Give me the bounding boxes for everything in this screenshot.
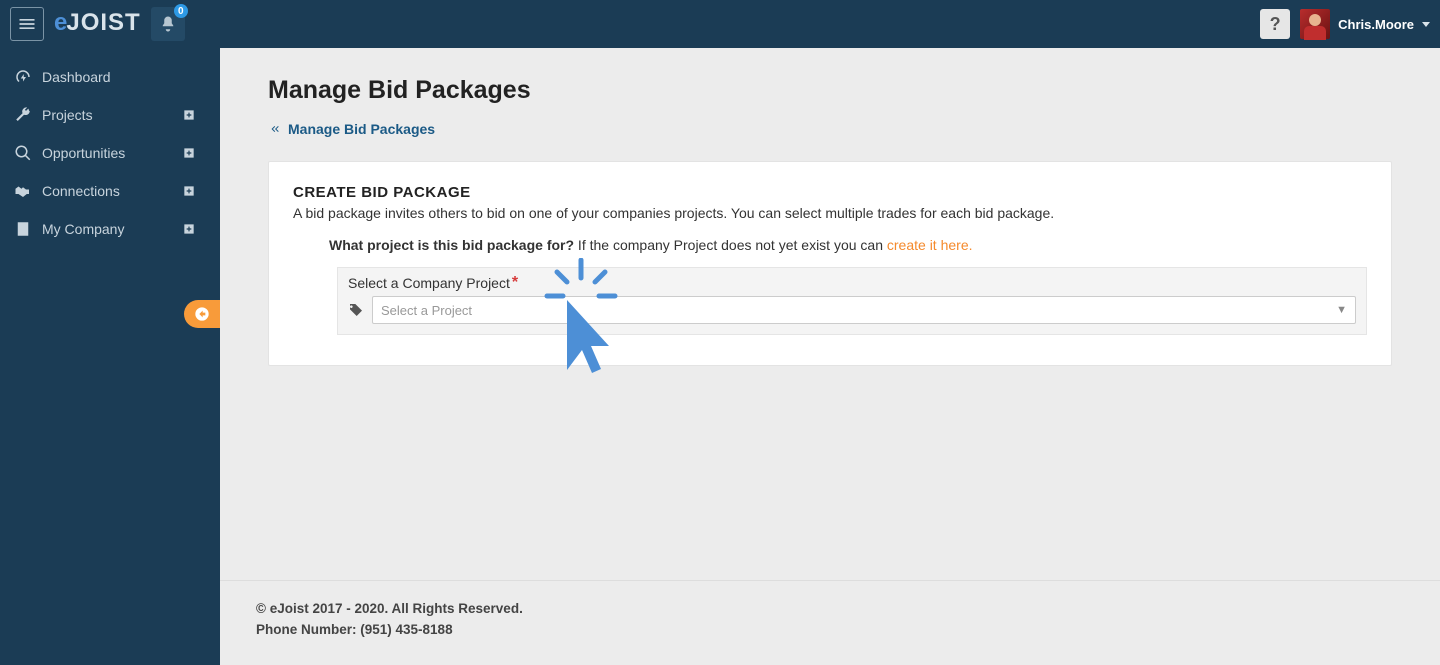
search-dollar-icon: [14, 144, 32, 162]
user-menu[interactable]: Chris.Moore: [1300, 9, 1430, 39]
field-label: Select a Company Project*: [348, 274, 1356, 292]
required-asterisk: *: [512, 274, 518, 292]
footer: © eJoist 2017 - 2020. All Rights Reserve…: [220, 580, 1440, 665]
plus-square-icon: [182, 146, 196, 160]
select-placeholder: Select a Project: [381, 303, 472, 318]
footer-phone: Phone Number: (951) 435-8188: [256, 620, 1404, 641]
help-button[interactable]: ?: [1260, 9, 1290, 39]
logo-part-e: e: [54, 9, 66, 36]
notifications-badge: 0: [174, 4, 188, 18]
create-project-link[interactable]: create it here.: [887, 237, 973, 253]
page-body: Manage Bid Packages Manage Bid Packages …: [220, 48, 1440, 580]
handshake-icon: [14, 182, 32, 200]
sidebar-item-dashboard[interactable]: Dashboard: [0, 58, 220, 96]
building-icon: [14, 220, 32, 238]
card-heading: CREATE BID PACKAGE: [293, 184, 1367, 201]
breadcrumb-back[interactable]: Manage Bid Packages: [268, 121, 1392, 137]
username-label: Chris.Moore: [1338, 17, 1414, 32]
project-question: What project is this bid package for? If…: [329, 237, 1367, 253]
sidebar-item-projects[interactable]: Projects: [0, 96, 220, 134]
sidebar-item-label: Connections: [42, 183, 182, 199]
project-select[interactable]: Select a Project ▼: [372, 296, 1356, 324]
double-chevron-left-icon: [268, 123, 282, 135]
topbar: eJOIST 0 ? Chris.Moore: [0, 0, 1440, 48]
question-bold: What project is this bid package for?: [329, 237, 574, 253]
menu-toggle-button[interactable]: [10, 7, 44, 41]
field-label-text: Select a Company Project: [348, 275, 510, 291]
main: Manage Bid Packages Manage Bid Packages …: [220, 48, 1440, 665]
footer-copyright: © eJoist 2017 - 2020. All Rights Reserve…: [256, 599, 1404, 620]
hamburger-icon: [17, 14, 37, 34]
sidebar: Dashboard Projects Opportunities Connect…: [0, 48, 220, 665]
wrench-icon: [14, 106, 32, 124]
breadcrumb-label: Manage Bid Packages: [288, 121, 435, 137]
logo-part-joist: JOIST: [66, 9, 140, 36]
company-project-field: Select a Company Project* Select a Proje…: [337, 267, 1367, 335]
chevron-down-icon: ▼: [1336, 304, 1347, 316]
sidebar-item-mycompany[interactable]: My Company: [0, 210, 220, 248]
chevron-down-icon: [1422, 22, 1430, 27]
sidebar-item-label: Opportunities: [42, 145, 182, 161]
create-bid-package-card: CREATE BID PACKAGE A bid package invites…: [268, 161, 1392, 366]
notifications-button[interactable]: 0: [151, 7, 185, 41]
sidebar-item-label: Dashboard: [42, 69, 206, 85]
sidebar-item-label: Projects: [42, 107, 182, 123]
plus-square-icon: [182, 108, 196, 122]
bell-icon: [159, 15, 177, 33]
question-rest: If the company Project does not yet exis…: [574, 237, 887, 253]
avatar: [1300, 9, 1330, 39]
page-title: Manage Bid Packages: [268, 76, 1392, 105]
sidebar-item-label: My Company: [42, 221, 182, 237]
plus-square-icon: [182, 184, 196, 198]
gauge-icon: [14, 68, 32, 86]
sidebar-item-opportunities[interactable]: Opportunities: [0, 134, 220, 172]
card-description: A bid package invites others to bid on o…: [293, 205, 1367, 221]
sidebar-item-connections[interactable]: Connections: [0, 172, 220, 210]
arrow-left-circle-icon: [194, 306, 210, 322]
app-logo[interactable]: eJOIST: [54, 9, 141, 39]
sidebar-collapse-button[interactable]: [184, 300, 220, 328]
tag-icon: [348, 302, 364, 318]
plus-square-icon: [182, 222, 196, 236]
